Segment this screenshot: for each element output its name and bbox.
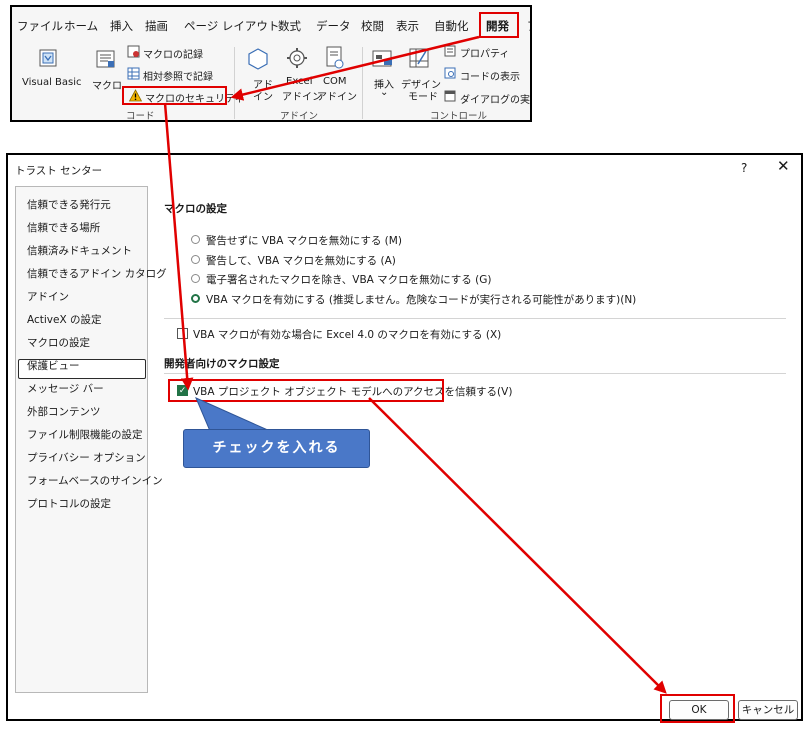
nav-activex-settings[interactable]: ActiveX の設定 [27,312,102,327]
radio-enable-vba-macros[interactable] [191,294,200,303]
nav-form-based-sign-in[interactable]: フォームベースのサインイン [27,473,163,488]
radio-label-disable-without-notification: 警告せずに VBA マクロを無効にする (M) [206,235,402,247]
nav-addins[interactable]: アドイン [27,289,69,304]
nav-protocol-settings[interactable]: プロトコルの設定 [27,496,111,511]
vba-trust-highlight [168,379,444,402]
tab-automate[interactable]: 自動化 [434,18,469,34]
tab-file[interactable]: ファイル [17,18,63,34]
developer-tab-highlight [479,12,519,38]
relative-reference-icon[interactable] [127,67,140,80]
tab-formulas[interactable]: 数式 [278,18,301,34]
record-macro-label[interactable]: マクロの記録 [143,46,203,61]
tab-insert[interactable]: 挿入 [110,18,133,34]
excel-addin-label-line1[interactable]: Excel [286,76,313,87]
radio-disable-except-signed[interactable] [191,274,200,283]
nav-macro-settings[interactable]: マクロの設定 [27,335,90,350]
ok-button-highlight [660,694,735,723]
radio-label-enable-vba-macros: VBA マクロを有効にする (推奨しません。危険なコードが実行される可能性があり… [206,294,637,306]
com-addin-label-line1[interactable]: COM [323,76,346,87]
tab-view[interactable]: 表示 [396,18,419,34]
help-icon[interactable]: ? [741,161,747,175]
gear-icon[interactable] [285,45,309,71]
macro-settings-heading: マクロの設定 [164,203,227,215]
nav-external-content[interactable]: 外部コンテンツ [27,404,101,419]
developer-settings-heading: 開発者向けのマクロ設定 [164,358,280,370]
ribbon-tabs: ファイル ホーム 挿入 描画 ページ レイアウト 数式 データ 校閲 表示 自動… [12,7,530,43]
nav-trusted-addin-catalogs[interactable]: 信頼できるアドイン カタログ [27,266,167,281]
tab-page-layout[interactable]: ページ レイアウト [184,18,279,34]
nav-trusted-documents[interactable]: 信頼済みドキュメント [27,243,132,258]
properties-label[interactable]: プロパティ [460,45,509,60]
nav-protected-view[interactable]: 保護ビュー [27,358,80,373]
tab-review[interactable]: 校閲 [361,18,384,34]
dialog-title: トラスト センター [15,165,103,177]
record-macro-icon[interactable] [127,45,140,58]
instruction-callout: チェックを入れる [183,429,370,468]
addin-group-label: アドイン [280,111,319,122]
visual-basic-label[interactable]: Visual Basic [22,77,82,88]
addin-icon[interactable] [247,47,269,71]
view-code-label[interactable]: コードの表示 [460,68,520,83]
close-icon[interactable]: ✕ [777,159,790,174]
insert-dropdown-icon[interactable]: ⌄ [380,87,388,98]
design-mode-icon[interactable] [407,45,433,71]
radio-label-disable-except-signed: 電子署名されたマクロを除き、VBA マクロを無効にする (G) [206,274,492,286]
insert-control-icon[interactable] [371,47,397,71]
relative-reference-label[interactable]: 相対参照で記録 [143,68,213,83]
control-group-label: コントロール [430,111,488,122]
nav-privacy-options[interactable]: プライバシー オプション [27,450,146,465]
nav-message-bar[interactable]: メッセージ バー [27,381,104,396]
tab-home[interactable]: ホーム [64,18,98,34]
excel4-macros-label: VBA マクロが有効な場合に Excel 4.0 のマクロを有効にする (X) [193,329,502,341]
group-divider [362,47,363,119]
visual-basic-icon[interactable] [37,47,61,71]
trust-center-nav: 信頼できる発行元 信頼できる場所 信頼済みドキュメント 信頼できるアドイン カタ… [15,186,167,693]
excel-ribbon: ファイル ホーム 挿入 描画 ページ レイアウト 数式 データ 校閲 表示 自動… [10,5,532,122]
section-divider [164,373,786,374]
nav-trusted-locations[interactable]: 信頼できる場所 [27,220,100,235]
com-addin-label-line2[interactable]: アドイン [317,88,357,103]
radio-disable-with-notification[interactable] [191,255,200,264]
nav-trusted-publishers[interactable]: 信頼できる発行元 [27,197,111,212]
excel4-macros-checkbox[interactable] [177,328,188,339]
macro-icon[interactable] [94,47,118,71]
run-dialog-label[interactable]: ダイアログの実行 [460,91,530,106]
macro-security-highlight [122,86,227,105]
radio-label-disable-with-notification: 警告して、VBA マクロを無効にする (A) [206,255,396,267]
group-divider [234,47,235,119]
tab-data[interactable]: データ [316,18,351,34]
code-group-label: コード [126,111,155,122]
tab-draw[interactable]: 描画 [145,18,168,34]
tab-more[interactable]: ア [527,18,530,34]
radio-disable-without-notification[interactable] [191,235,200,244]
addin-label-line2[interactable]: イン [253,88,273,103]
macro-label[interactable]: マクロ [92,77,122,92]
section-divider [164,318,786,319]
run-dialog-icon[interactable] [444,90,456,102]
properties-icon[interactable] [444,45,456,57]
design-mode-label-line2[interactable]: モード [408,88,438,103]
view-code-icon[interactable] [444,67,456,79]
cancel-button[interactable]: キャンセル [738,700,798,720]
nav-file-block-settings[interactable]: ファイル制限機能の設定 [27,427,143,442]
trust-center-dialog: トラスト センター ? ✕ 信頼できる発行元 信頼できる場所 信頼済みドキュメン… [6,153,803,723]
com-addin-icon[interactable] [324,45,346,71]
excel-addin-label-line2[interactable]: アドイン [282,88,322,103]
